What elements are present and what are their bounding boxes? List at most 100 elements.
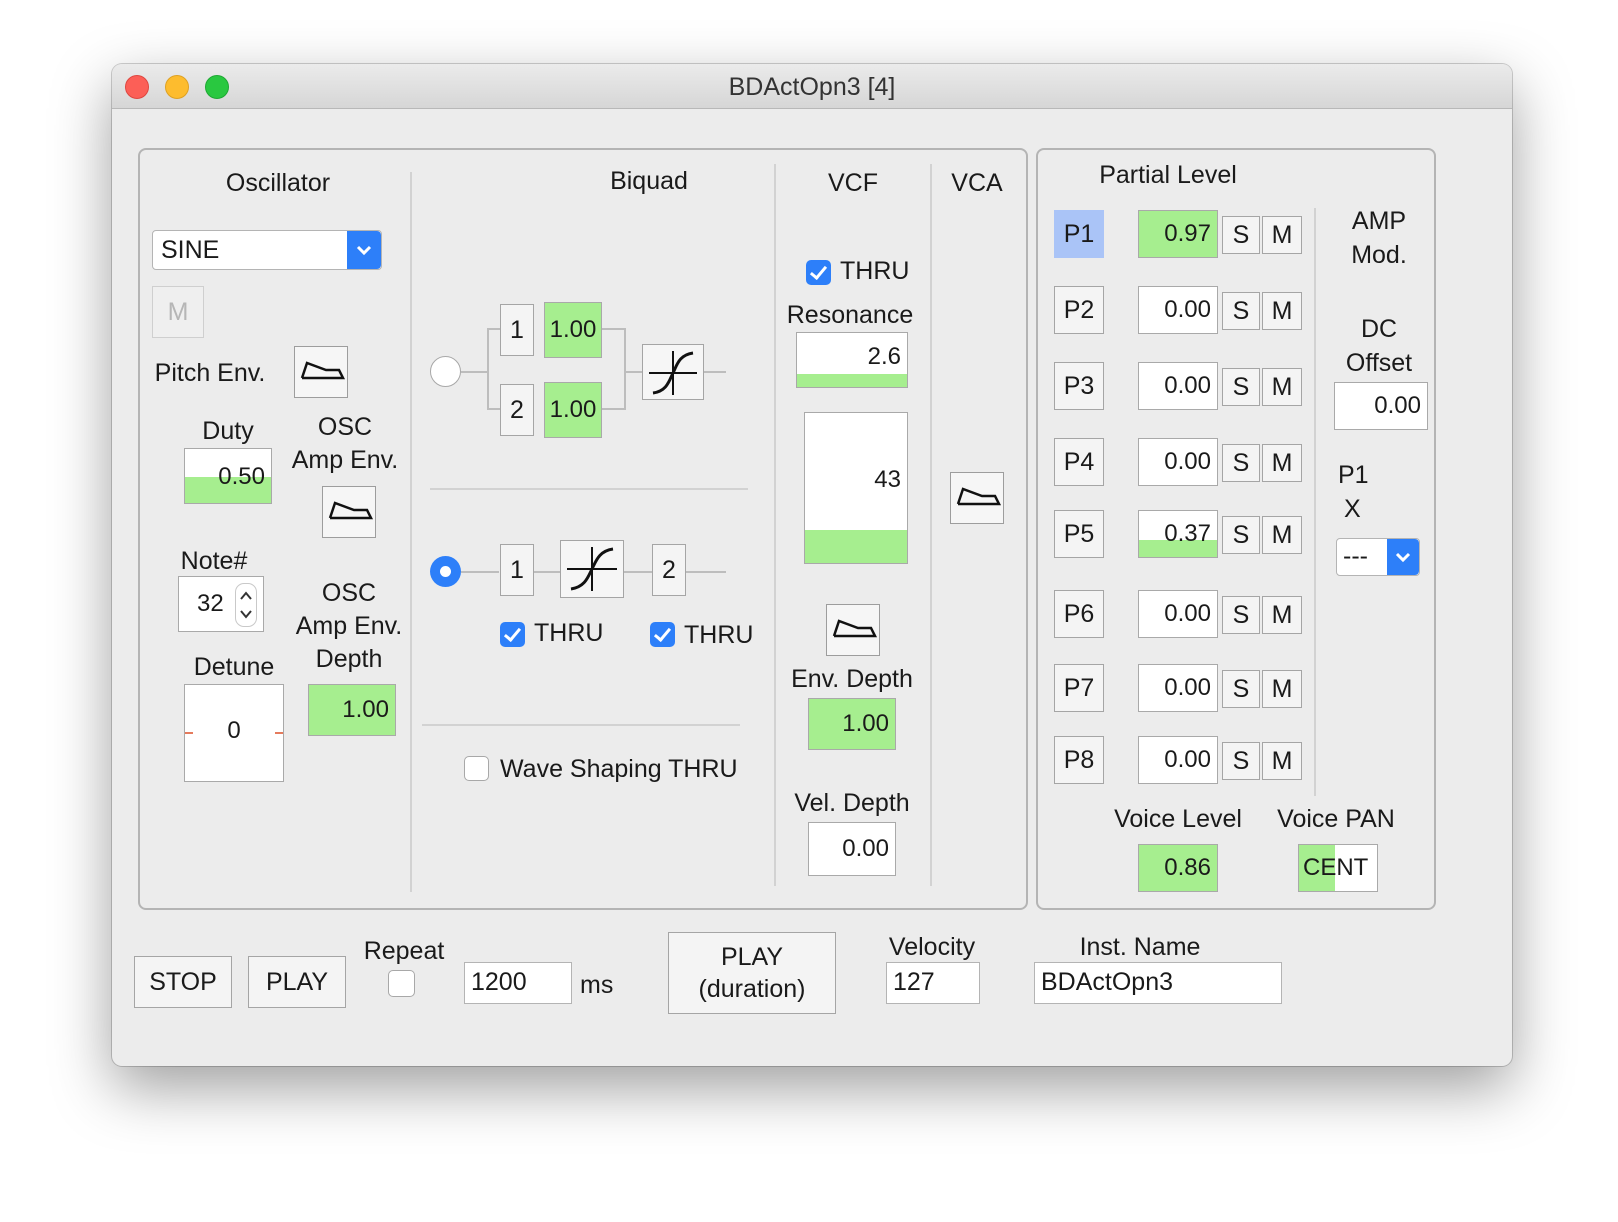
solo-button[interactable]: S xyxy=(1222,742,1260,780)
play-button[interactable]: PLAY xyxy=(248,956,346,1008)
note-value: 32 xyxy=(197,590,224,617)
filter2-thru-label: THRU xyxy=(684,621,754,649)
wave-shaping-thru-checkbox[interactable] xyxy=(464,756,489,781)
biquad-filter1-button[interactable]: 1 xyxy=(500,304,534,356)
resonance-field[interactable]: 2.6 xyxy=(796,332,908,388)
envelope-icon xyxy=(832,619,878,638)
waveshaper-curve-icon xyxy=(649,351,697,395)
mute-button[interactable]: M xyxy=(1262,742,1302,780)
serial-waveshaper-button[interactable] xyxy=(560,540,624,598)
solo-button[interactable]: S xyxy=(1222,670,1260,708)
mute-button[interactable]: M xyxy=(1262,368,1302,406)
partial-p1-button[interactable]: P1 xyxy=(1054,210,1104,258)
pitch-env-button[interactable] xyxy=(294,346,348,398)
connector-line xyxy=(624,371,642,373)
mute-button[interactable]: M xyxy=(1262,216,1302,254)
parallel-mode-radio[interactable] xyxy=(430,356,461,387)
connector-line xyxy=(624,328,626,410)
solo-button[interactable]: S xyxy=(1222,516,1260,554)
partial-p6-button[interactable]: P6 xyxy=(1054,590,1104,638)
osc-amp-env-button[interactable] xyxy=(322,486,376,538)
partial-level-value: 0.00 xyxy=(1164,448,1211,475)
mute-button[interactable]: M xyxy=(1262,596,1302,634)
partial-level-field[interactable]: 0.00 xyxy=(1138,664,1218,712)
partial-level-panel: Partial Level P1 0.97 S M P2 0.00 S M P3 0.00 S M P4… xyxy=(1036,148,1436,910)
envelope-icon xyxy=(328,501,374,520)
solo-button[interactable]: S xyxy=(1222,216,1260,254)
filter1-thru-checkbox[interactable] xyxy=(500,622,525,647)
duty-field[interactable]: 0.50 xyxy=(184,448,272,504)
dc-offset-field[interactable]: 0.00 xyxy=(1334,382,1428,430)
vcf-env-button[interactable] xyxy=(826,604,880,656)
play-duration-button[interactable]: PLAY (duration) xyxy=(668,932,836,1014)
solo-button[interactable]: S xyxy=(1222,596,1260,634)
vca-heading: VCA xyxy=(951,169,1003,197)
biquad-heading: Biquad xyxy=(610,167,688,195)
partial-level-field[interactable]: 0.00 xyxy=(1138,438,1218,486)
serial-filter2-button[interactable]: 2 xyxy=(652,544,686,596)
vca-env-button[interactable] xyxy=(950,472,1004,524)
note-stepper[interactable]: 32 xyxy=(178,576,264,632)
partial-p5-button[interactable]: P5 xyxy=(1054,510,1104,558)
partial-p3-button[interactable]: P3 xyxy=(1054,362,1104,410)
partial-level-field[interactable]: 0.97 xyxy=(1138,210,1218,258)
env-depth-field[interactable]: 1.00 xyxy=(808,698,896,750)
voice-level-field[interactable]: 0.86 xyxy=(1138,844,1218,892)
partial-level-field[interactable]: 0.37 xyxy=(1138,510,1218,558)
dc-offset-label-2: Offset xyxy=(1345,349,1413,377)
serial-mode-radio[interactable] xyxy=(430,556,461,587)
velocity-input[interactable]: 127 xyxy=(886,962,980,1004)
connector-line xyxy=(487,408,501,410)
waveshaper-button[interactable] xyxy=(642,344,704,400)
repeat-interval-input[interactable]: 1200 xyxy=(464,962,572,1004)
vcf-thru-checkbox[interactable] xyxy=(806,260,831,285)
partial-level-field[interactable]: 0.00 xyxy=(1138,736,1218,784)
partial-p8-button[interactable]: P8 xyxy=(1054,736,1104,784)
partial-p7-button[interactable]: P7 xyxy=(1054,664,1104,712)
m-button[interactable]: M xyxy=(152,286,204,338)
dc-offset-label-1: DC xyxy=(1360,315,1398,343)
divider xyxy=(1314,208,1316,796)
mute-button[interactable]: M xyxy=(1262,292,1302,330)
partial-p4-button[interactable]: P4 xyxy=(1054,438,1104,486)
solo-button[interactable]: S xyxy=(1222,292,1260,330)
partial-level-value: 0.00 xyxy=(1164,372,1211,399)
biquad-filter2-value[interactable]: 1.00 xyxy=(544,382,602,438)
duty-value: 0.50 xyxy=(218,463,265,490)
solo-button[interactable]: S xyxy=(1222,368,1260,406)
mute-button[interactable]: M xyxy=(1262,516,1302,554)
partial-level-field[interactable]: 0.00 xyxy=(1138,590,1218,638)
biquad-filter2-button[interactable]: 2 xyxy=(500,384,534,436)
partial-level-value: 0.97 xyxy=(1164,220,1211,247)
partial-level-value: 0.37 xyxy=(1164,520,1211,547)
vcf-thru-label: THRU xyxy=(840,257,910,285)
osc-amp-env-label-2: Amp Env. xyxy=(291,446,399,474)
connector-line xyxy=(487,328,489,410)
filter1-thru-label: THRU xyxy=(534,619,604,647)
voice-pan-field[interactable]: CENT xyxy=(1298,844,1378,892)
stepper-arrows-icon[interactable] xyxy=(235,583,257,627)
partial-p2-button[interactable]: P2 xyxy=(1054,286,1104,334)
p1x-select[interactable]: --- xyxy=(1336,538,1420,576)
mute-button[interactable]: M xyxy=(1262,670,1302,708)
filter2-thru-checkbox[interactable] xyxy=(650,622,675,647)
vel-depth-field[interactable]: 0.00 xyxy=(808,822,896,876)
connector-line xyxy=(624,571,652,573)
connector-line xyxy=(602,408,626,410)
osc-amp-env-depth-field[interactable]: 1.00 xyxy=(308,684,396,736)
repeat-checkbox[interactable] xyxy=(388,970,415,997)
solo-button[interactable]: S xyxy=(1222,444,1260,482)
resonance-value: 2.6 xyxy=(867,343,901,370)
partial-level-value: 0.00 xyxy=(1164,674,1211,701)
serial-filter1-button[interactable]: 1 xyxy=(500,544,534,596)
mute-button[interactable]: M xyxy=(1262,444,1302,482)
biquad-filter1-value[interactable]: 1.00 xyxy=(544,302,602,358)
partial-level-field[interactable]: 0.00 xyxy=(1138,286,1218,334)
waveform-select[interactable]: SINE xyxy=(152,230,382,270)
p1x-label-2: X xyxy=(1344,495,1361,523)
partial-level-field[interactable]: 0.00 xyxy=(1138,362,1218,410)
inst-name-input[interactable]: BDActOpn3 xyxy=(1034,962,1282,1004)
detune-knob[interactable]: 0 xyxy=(184,684,284,782)
cutoff-slider[interactable]: 43 xyxy=(804,412,908,564)
stop-button[interactable]: STOP xyxy=(134,956,232,1008)
